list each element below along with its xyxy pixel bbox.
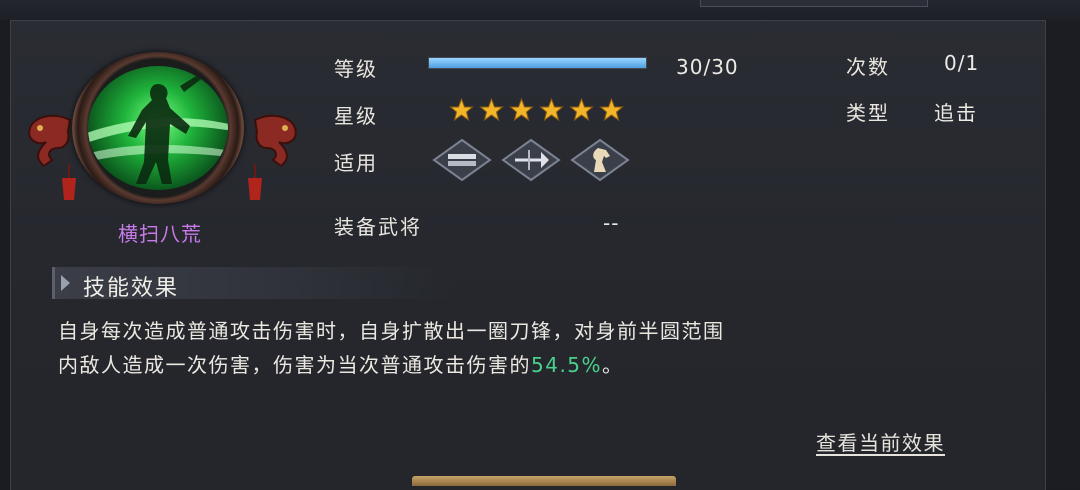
level-value: 30/30: [676, 55, 739, 79]
cavalry-horse-icon[interactable]: [570, 138, 630, 182]
emblem-ring: [72, 52, 244, 204]
star-icon: [569, 98, 594, 122]
star-icon: [539, 98, 564, 122]
equip-general-value: --: [603, 211, 620, 235]
section-title: 技能效果: [83, 276, 180, 301]
level-progress-fill: [429, 58, 646, 68]
damage-percent: 54.5%: [531, 353, 603, 377]
skill-name: 横扫八荒: [118, 222, 202, 246]
star-icon: [449, 98, 474, 122]
level-progress-bar: [428, 57, 647, 69]
star-icon: [599, 98, 624, 122]
top-tab[interactable]: [700, 0, 928, 7]
spear-troop-icon[interactable]: [501, 138, 561, 182]
type-value: 追击: [934, 101, 978, 125]
dragon-ornament-icon: [28, 114, 72, 168]
tassel-icon: [248, 164, 262, 200]
right-edge: [1046, 20, 1080, 486]
dragon-ornament-icon: [253, 114, 297, 168]
shield-troop-icon[interactable]: [432, 138, 492, 182]
description-line-2: 内敌人造成一次伤害，伤害为当次普通攻击伤害的54.5%。: [58, 348, 1018, 382]
star-icon: [479, 98, 504, 122]
description-suffix: 。: [602, 353, 624, 377]
level-label: 等级: [334, 57, 378, 81]
star-rating: [449, 98, 629, 124]
skill-emblem: [20, 52, 305, 212]
view-current-effect-link[interactable]: 查看当前效果: [816, 427, 945, 456]
equip-general-label: 装备武将: [334, 215, 422, 239]
star-label: 星级: [334, 104, 378, 128]
triangle-right-icon: [61, 275, 70, 291]
description-line-2-text: 内敌人造成一次伤害，伤害为当次普通攻击伤害的: [58, 353, 531, 377]
top-bar: [0, 0, 1080, 20]
count-value: 0/1: [944, 51, 980, 75]
green-warrior-skill-icon: [88, 66, 228, 190]
type-label: 类型: [846, 101, 890, 125]
description-line-1: 自身每次造成普通攻击伤害时，自身扩散出一圈刀锋，对身前半圆范围: [58, 319, 725, 343]
troop-type-badges: [432, 138, 634, 182]
apply-label: 适用: [334, 151, 378, 175]
star-icon: [509, 98, 534, 122]
skill-description: 自身每次造成普通攻击伤害时，自身扩散出一圈刀锋，对身前半圆范围 内敌人造成一次伤…: [58, 314, 1018, 382]
tassel-icon: [62, 164, 76, 200]
count-label: 次数: [846, 55, 890, 79]
skill-effect-header: 技能效果: [52, 267, 455, 301]
bottom-action-button[interactable]: [412, 476, 676, 486]
